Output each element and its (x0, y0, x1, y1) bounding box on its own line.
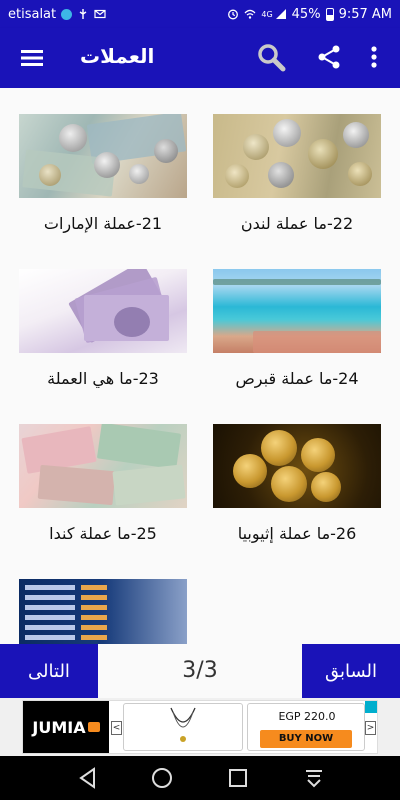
cart-icon (87, 722, 100, 732)
ad-container[interactable]: JUMIA < EGP 220.0 BUY NOW > (22, 700, 378, 754)
network-type: 4G (261, 9, 273, 19)
clock: 9:57 AM (338, 6, 392, 22)
thumb-beach (213, 269, 381, 353)
item-card-25[interactable]: 25-ما عملة كندا (19, 424, 187, 543)
recents-icon[interactable] (226, 766, 250, 790)
status-bar: etisalat 4G 45% 9:57 AM (0, 0, 400, 28)
signal-icon (275, 9, 286, 19)
battery-percent: 45% (291, 6, 321, 22)
search-icon[interactable] (256, 42, 286, 72)
item-caption: 21-عملة الإمارات (43, 214, 163, 233)
ad-price-box[interactable]: EGP 220.0 BUY NOW (247, 703, 365, 751)
item-card-24[interactable]: 24-ما عملة قبرص (213, 269, 381, 388)
wifi-icon (244, 9, 256, 19)
pager: التالى 3/3 السابق (0, 644, 400, 698)
home-icon[interactable] (150, 766, 174, 790)
mail-icon (94, 9, 106, 19)
ad-prev-arrow[interactable]: < (111, 721, 122, 735)
item-caption: 24-ما عملة قبرص (235, 369, 359, 388)
ad-next-arrow[interactable]: > (365, 721, 376, 735)
thumb-gold-coins (213, 424, 381, 508)
thumb-pound-notes-fan (19, 269, 187, 353)
app-bar: العملات (0, 28, 400, 88)
back-icon[interactable] (76, 766, 100, 790)
alarm-icon (228, 9, 239, 20)
usb-icon (79, 9, 87, 19)
item-card-23[interactable]: 23-ما هي العملة (19, 269, 187, 388)
ad-brand-name: JUMIA (32, 717, 86, 737)
necklace-icon (170, 707, 196, 742)
currency-grid: 21-عملة الإمارات 22-ما عملة لندن 23-ما ه… (0, 88, 400, 644)
thumb-mixed-banknotes (19, 424, 187, 508)
keyboard-hide-icon[interactable] (302, 766, 326, 790)
item-caption: 25-ما عملة كندا (49, 524, 157, 543)
page-title: العملات (80, 44, 155, 68)
thumb-currency-exchange-board (19, 579, 187, 644)
previous-button[interactable]: السابق (302, 644, 400, 698)
menu-icon[interactable] (20, 46, 44, 70)
buy-now-button[interactable]: BUY NOW (260, 730, 352, 748)
page-indicator: 3/3 (182, 658, 218, 683)
ad-banner: JUMIA < EGP 220.0 BUY NOW > (0, 698, 400, 756)
item-card-27[interactable] (19, 579, 187, 644)
ad-product-image[interactable] (123, 703, 243, 751)
share-icon[interactable] (316, 44, 342, 70)
next-button[interactable]: التالى (0, 644, 98, 698)
more-vert-icon[interactable] (366, 44, 382, 70)
adchoices-icon[interactable] (365, 701, 377, 713)
globe-icon (61, 8, 73, 20)
carrier-label: etisalat (8, 6, 57, 22)
item-card-21[interactable]: 21-عملة الإمارات (19, 114, 187, 233)
system-nav-bar (0, 756, 400, 800)
battery-icon (325, 7, 334, 21)
thumb-coins-pile (213, 114, 381, 198)
item-card-22[interactable]: 22-ما عملة لندن (213, 114, 381, 233)
item-caption: 23-ما هي العملة (47, 369, 159, 388)
thumb-coins-on-banknotes (19, 114, 187, 198)
item-caption: 26-ما عملة إثيوبيا (237, 524, 357, 543)
ad-price: EGP 220.0 (278, 710, 336, 723)
item-card-26[interactable]: 26-ما عملة إثيوبيا (213, 424, 381, 543)
ad-brand-logo[interactable]: JUMIA (23, 701, 109, 753)
item-caption: 22-ما عملة لندن (240, 214, 354, 233)
